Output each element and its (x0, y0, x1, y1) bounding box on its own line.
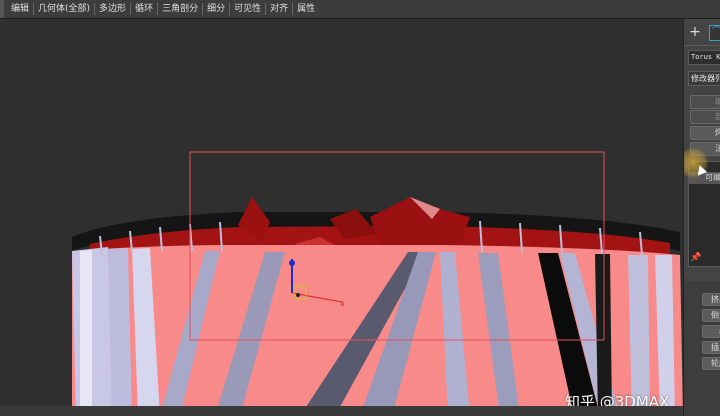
modifier-list-dropdown[interactable]: 修改器列表 (688, 71, 720, 86)
menu-item-align[interactable]: 对齐 (266, 0, 292, 18)
menu-item-loop[interactable]: 循环 (131, 0, 157, 18)
lower-button-inset[interactable]: 插入 (702, 341, 720, 354)
viewport-scene: x (72, 151, 683, 416)
status-strip (0, 406, 683, 416)
menu-bar-handle (0, 0, 4, 18)
svg-text:x: x (340, 299, 345, 308)
command-panel: + ⌒ Torus Knot 修改器列表 编辑 剖面 焊接 法线 可编辑多边形 … (683, 19, 720, 416)
panel-divider (684, 45, 720, 46)
menu-item-visibility[interactable]: 可见性 (230, 0, 265, 18)
menu-item-properties[interactable]: 属性 (293, 0, 319, 18)
perspective-viewport[interactable]: x 知乎 @3DMAX (0, 19, 683, 416)
mesh-edge-strip (80, 250, 92, 416)
panel-button-weld[interactable]: 焊接 (690, 126, 720, 140)
panel-button-edit[interactable]: 编辑 (690, 95, 720, 109)
panel-tabs: + ⌒ (684, 23, 720, 43)
menu-item-polygon[interactable]: 多边形 (95, 0, 130, 18)
menu-item-edit[interactable]: 编辑 (7, 0, 33, 18)
mesh-edge-strip (108, 248, 132, 416)
menu-item-triangulate[interactable]: 三角剖分 (158, 0, 202, 18)
menu-item-geometry-all[interactable]: 几何体(全部) (34, 0, 94, 18)
menu-item-subdivide[interactable]: 细分 (203, 0, 229, 18)
pin-stack-icon[interactable]: 📌 (690, 253, 701, 263)
panel-button-profile[interactable]: 剖面 (690, 110, 720, 124)
create-tab-plus-icon[interactable]: + (688, 25, 702, 39)
lower-button-extrude[interactable]: 挤出 (702, 293, 720, 306)
modify-tab-icon[interactable]: ⌒ (709, 25, 720, 41)
panel-lower-rollout: 挤出 倒角 桥 插入 轮廓 (684, 281, 720, 416)
object-name-field[interactable]: Torus Knot (688, 50, 720, 65)
lower-button-bevel[interactable]: 倒角 (702, 309, 720, 322)
lower-button-bridge[interactable]: 桥 (702, 325, 720, 338)
menu-bar: 编辑 几何体(全部) 多边形 循环 三角剖分 细分 可见性 对齐 属性 (0, 0, 720, 19)
lower-button-outline[interactable]: 轮廓 (702, 357, 720, 370)
